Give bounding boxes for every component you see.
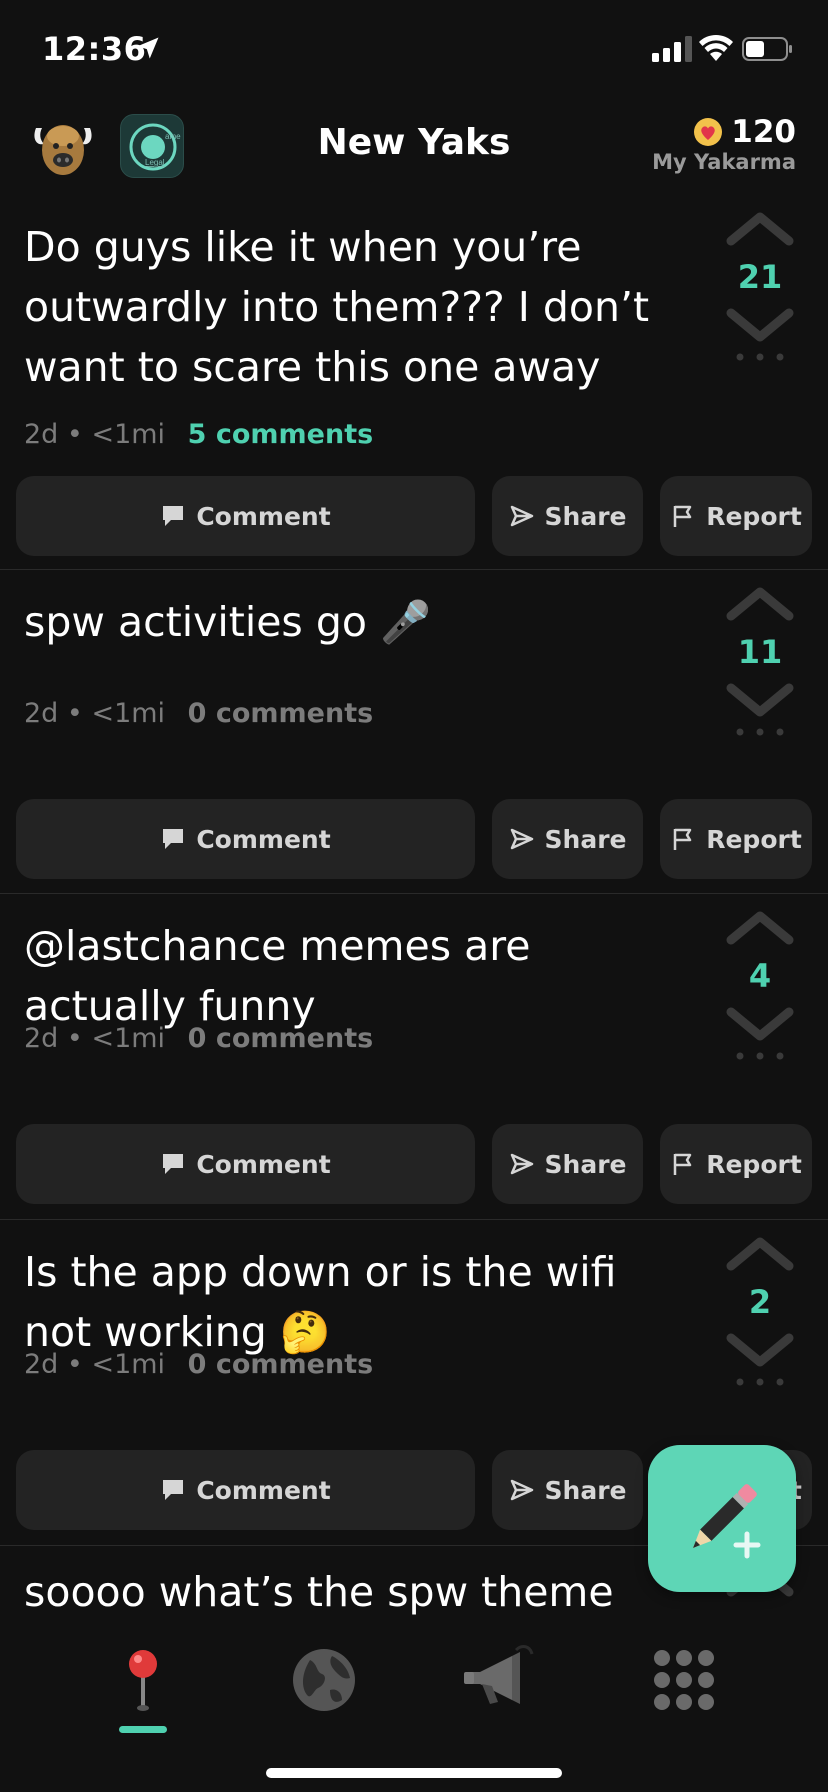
yakarma-label: My Yakarma (652, 150, 796, 174)
meta-separator: • (66, 419, 83, 450)
comment-icon (163, 1154, 184, 1174)
new-yak-button[interactable] (648, 1445, 796, 1592)
flag-icon (673, 1153, 692, 1175)
share-icon (510, 1153, 533, 1175)
post-actions: Comment Share Report (16, 476, 812, 556)
post-distance: <1mi (91, 419, 166, 450)
report-button[interactable]: Report (660, 476, 812, 556)
downvote-icon[interactable] (725, 305, 795, 345)
post-meta: 2d • <1mi 0 comments (24, 1023, 373, 1054)
post-text: @lastchance memes are actually funny (24, 922, 531, 1030)
vote-score: 11 (737, 633, 783, 671)
vote-score: 21 (737, 258, 783, 296)
flag-icon (673, 505, 692, 527)
comment-button[interactable]: Comment (16, 476, 475, 556)
comment-icon (163, 1480, 184, 1500)
comments-count-link[interactable]: 0 comments (188, 698, 374, 729)
report-button[interactable]: Report (660, 799, 812, 879)
post-actions: Comment Share Report (16, 799, 812, 879)
comment-icon (163, 506, 184, 526)
comments-count-link[interactable]: 5 comments (188, 419, 374, 450)
post-text: soooo what’s the spw theme (24, 1568, 614, 1616)
megaphone-icon (464, 1645, 534, 1704)
cellular-signal-icon (652, 36, 692, 62)
flag-icon (673, 828, 692, 850)
active-tab-indicator (119, 1726, 167, 1733)
post-meta: 2d • <1mi 5 comments (24, 419, 373, 450)
vote-score: 4 (748, 957, 772, 995)
meta-separator: • (66, 1349, 83, 1380)
share-icon (510, 828, 533, 850)
share-button[interactable]: Share (492, 1450, 643, 1530)
upvote-icon[interactable] (725, 209, 795, 249)
comment-button[interactable]: Comment (16, 799, 475, 879)
yakarma-value: 120 (731, 114, 796, 150)
share-icon (510, 1479, 533, 1501)
share-button[interactable]: Share (492, 799, 643, 879)
comments-count-link[interactable]: 0 comments (188, 1349, 374, 1380)
heart-coin-icon (694, 118, 723, 146)
post-distance: <1mi (91, 1349, 166, 1380)
post-actions: Comment Share Report (16, 1124, 812, 1204)
more-options-icon[interactable] (730, 1050, 790, 1062)
post-age: 2d (24, 1349, 59, 1380)
vote-widget: 4 (712, 908, 808, 1066)
vote-widget: 2 (712, 1234, 808, 1392)
vote-score: 2 (748, 1283, 772, 1321)
grid-menu-icon (654, 1650, 714, 1710)
post-age: 2d (24, 698, 59, 729)
nav-explore-tab[interactable] (284, 1640, 364, 1720)
nav-home-tab[interactable] (103, 1640, 183, 1720)
yak-feed: Do guys like it when you’re outwardly in… (0, 195, 828, 1626)
downvote-icon[interactable] (725, 680, 795, 720)
map-pin-icon (129, 1650, 157, 1711)
post-text: Do guys like it when you’re outwardly in… (24, 223, 650, 391)
post-distance: <1mi (91, 1023, 166, 1054)
post-age: 2d (24, 1023, 59, 1054)
post-age: 2d (24, 419, 59, 450)
post-meta: 2d • <1mi 0 comments (24, 1349, 373, 1380)
app-header: ame Legal New Yaks 120 My Yakarma (0, 100, 828, 195)
more-options-icon[interactable] (730, 351, 790, 363)
downvote-icon[interactable] (725, 1330, 795, 1370)
location-arrow-icon (137, 37, 159, 59)
comment-button[interactable]: Comment (16, 1450, 475, 1530)
nav-more-tab[interactable] (644, 1640, 724, 1720)
pencil-plus-icon (693, 1483, 761, 1558)
share-button[interactable]: Share (492, 476, 643, 556)
globe-icon (293, 1649, 355, 1711)
share-button[interactable]: Share (492, 1124, 643, 1204)
vote-widget: 21 (712, 209, 808, 367)
vote-widget: 11 (712, 584, 808, 742)
post-text: Is the app down or is the wifi not worki… (24, 1248, 617, 1356)
meta-separator: • (66, 698, 83, 729)
post-meta: 2d • <1mi 0 comments (24, 698, 373, 729)
status-bar: 12:36 (0, 0, 828, 100)
battery-icon (742, 37, 792, 61)
status-time: 12:36 (42, 30, 147, 68)
upvote-icon[interactable] (725, 584, 795, 624)
share-icon (510, 505, 533, 527)
report-button[interactable]: Report (660, 1124, 812, 1204)
more-options-icon[interactable] (730, 1376, 790, 1388)
home-indicator[interactable] (266, 1768, 562, 1778)
nav-announcements-tab[interactable] (460, 1640, 540, 1720)
upvote-icon[interactable] (725, 908, 795, 948)
wifi-icon (699, 34, 733, 61)
upvote-icon[interactable] (725, 1234, 795, 1274)
yak-post[interactable]: @lastchance memes are actually funny 2d … (0, 894, 828, 1220)
meta-separator: • (66, 1023, 83, 1054)
downvote-icon[interactable] (725, 1004, 795, 1044)
comment-icon (163, 829, 184, 849)
yakarma-display[interactable]: 120 My Yakarma (652, 114, 796, 174)
more-options-icon[interactable] (730, 726, 790, 738)
post-distance: <1mi (91, 698, 166, 729)
comment-button[interactable]: Comment (16, 1124, 475, 1204)
comments-count-link[interactable]: 0 comments (188, 1023, 374, 1054)
yak-post[interactable]: spw activities go 🎤 2d • <1mi 0 comments… (0, 570, 828, 894)
post-text: spw activities go 🎤 (24, 598, 432, 646)
bottom-nav (0, 1624, 828, 1792)
yak-post[interactable]: Do guys like it when you’re outwardly in… (0, 195, 828, 570)
